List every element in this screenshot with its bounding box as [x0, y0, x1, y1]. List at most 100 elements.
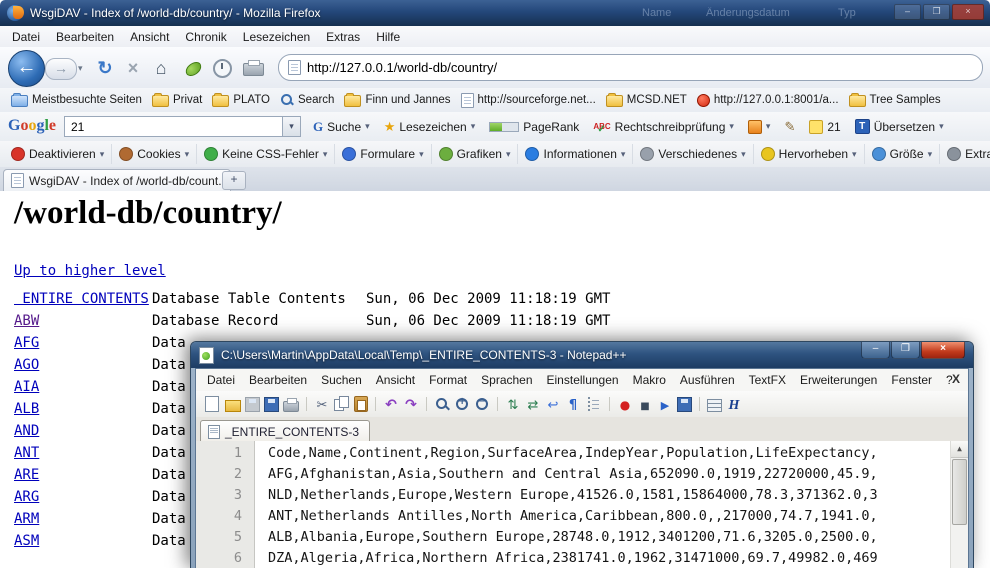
document-tab[interactable]: _ENTIRE_CONTENTS-3	[200, 420, 370, 442]
menu-item[interactable]: Bearbeiten	[242, 371, 314, 389]
google-sites-button[interactable]	[741, 120, 778, 134]
vertical-scrollbar[interactable]	[950, 441, 968, 568]
toolbar-separator[interactable]	[375, 397, 376, 411]
maximize-button[interactable]: ❐	[923, 4, 950, 20]
notepadpp-titlebar[interactable]: C:\Users\Martin\AppData\Local\Temp\_ENTI…	[191, 342, 973, 368]
back-button[interactable]	[8, 50, 45, 87]
print-icon[interactable]	[283, 401, 299, 412]
sync-vertical-scroll-icon[interactable]	[505, 396, 521, 412]
webdev-menu-button[interactable]: Informationen	[518, 144, 633, 164]
toolbar-separator[interactable]	[699, 397, 700, 411]
home-icon[interactable]	[150, 57, 172, 79]
indent-guide-icon[interactable]	[588, 397, 599, 411]
bookmark-item[interactable]: http://127.0.0.1:8001/a...	[692, 94, 844, 107]
stop-macro-icon[interactable]	[637, 396, 653, 412]
history-clock-icon[interactable]	[213, 59, 232, 78]
webdev-menu-button[interactable]: Hervorheben	[754, 144, 865, 164]
save-icon[interactable]	[245, 397, 260, 412]
reload-icon[interactable]	[94, 57, 116, 79]
function-list-icon[interactable]	[726, 396, 742, 412]
stop-icon[interactable]	[122, 57, 144, 79]
bookmark-item[interactable]: Search	[275, 93, 339, 107]
menu-item[interactable]: Ausführen	[673, 371, 742, 389]
close-button[interactable]: ×	[921, 342, 965, 359]
menu-item[interactable]: Bearbeiten	[48, 28, 122, 46]
spellcheck-button[interactable]: Rechtschreibprüfung	[586, 120, 741, 134]
listing-name-link[interactable]: ASM	[14, 533, 39, 549]
webdev-menu-button[interactable]: Größe	[865, 144, 941, 164]
webdev-menu-button[interactable]: Keine CSS-Fehler	[197, 144, 335, 164]
listing-name-link[interactable]: AGO	[14, 357, 39, 373]
webdev-menu-button[interactable]: Grafiken	[432, 144, 519, 164]
bookmark-item[interactable]: http://sourceforge.net...	[456, 93, 601, 108]
record-macro-icon[interactable]	[617, 396, 633, 412]
menu-item[interactable]: Suchen	[314, 371, 369, 389]
address-input[interactable]: http://127.0.0.1/world-db/country/	[307, 60, 497, 75]
listing-name-link[interactable]: ARG	[14, 489, 39, 505]
autofill-button[interactable]	[777, 119, 802, 135]
new-file-icon[interactable]	[205, 396, 219, 412]
menu-item[interactable]: Datei	[4, 28, 48, 46]
bookmark-item[interactable]: Finn und Jannes	[339, 93, 455, 107]
search-history-dropdown-icon[interactable]	[282, 117, 300, 136]
webdev-menu-button[interactable]: Extras	[940, 144, 990, 164]
listing-name-link[interactable]: ENTIRE CONTENTS	[14, 291, 149, 307]
address-bar[interactable]: http://127.0.0.1/world-db/country/	[278, 54, 983, 81]
listing-name-link[interactable]: ARM	[14, 511, 39, 527]
menu-item[interactable]: Einstellungen	[540, 371, 626, 389]
menu-item[interactable]: Ansicht	[369, 371, 422, 389]
webdev-menu-button[interactable]: Verschiedenes	[633, 144, 753, 164]
zoom-in-icon[interactable]	[454, 396, 470, 412]
menu-item[interactable]: Chronik	[177, 28, 234, 46]
history-dropdown-icon[interactable]	[78, 63, 83, 74]
pagerank-indicator[interactable]: PageRank	[482, 120, 586, 134]
up-to-higher-level-link[interactable]: Up to higher level	[14, 263, 166, 279]
redo-icon[interactable]	[403, 396, 419, 412]
forward-button[interactable]	[45, 58, 77, 80]
listing-name-link[interactable]: AFG	[14, 335, 39, 351]
find-icon[interactable]	[434, 396, 450, 412]
leaf-addon-icon[interactable]	[183, 60, 203, 78]
menu-item[interactable]: Fenster	[884, 371, 939, 389]
webdev-menu-button[interactable]: Deaktivieren	[4, 144, 112, 164]
show-all-characters-icon[interactable]	[565, 396, 581, 412]
text-editor[interactable]: 1Code,Name,Continent,Region,SurfaceArea,…	[196, 441, 968, 568]
menu-item[interactable]: Extras	[318, 28, 368, 46]
zoom-out-icon[interactable]	[474, 396, 490, 412]
doc-switcher-icon[interactable]	[707, 399, 722, 412]
google-bookmarks-button[interactable]: Lesezeichen	[377, 119, 483, 135]
paste-icon[interactable]	[354, 396, 368, 412]
listing-name-link[interactable]: AND	[14, 423, 39, 439]
menu-item[interactable]: Format	[422, 371, 474, 389]
google-search-button[interactable]: GSuche	[306, 119, 377, 135]
menu-item[interactable]: Erweiterungen	[793, 371, 884, 389]
copy-icon[interactable]	[334, 396, 350, 412]
new-tab-button[interactable]: +	[222, 171, 246, 190]
listing-name-link[interactable]: ARE	[14, 467, 39, 483]
menu-item[interactable]: Sprachen	[474, 371, 539, 389]
menu-item[interactable]: Hilfe	[368, 28, 408, 46]
save-all-icon[interactable]	[264, 397, 279, 412]
scroll-up-icon[interactable]	[951, 441, 968, 458]
google-search-value[interactable]: 21	[71, 120, 84, 134]
undo-icon[interactable]	[383, 396, 399, 412]
close-document-icon[interactable]: X	[952, 372, 960, 386]
cut-icon[interactable]	[314, 396, 330, 412]
menu-item[interactable]: TextFX	[742, 371, 793, 389]
webdev-menu-button[interactable]: Cookies	[112, 144, 197, 164]
maximize-button[interactable]: ❐	[891, 342, 920, 359]
listing-name-link[interactable]: AIA	[14, 379, 39, 395]
webdev-menu-button[interactable]: Formulare	[335, 144, 431, 164]
save-macro-icon[interactable]	[677, 397, 692, 412]
toolbar-separator[interactable]	[306, 397, 307, 411]
menu-item[interactable]: Lesezeichen	[235, 28, 318, 46]
bookmark-item[interactable]: Meistbesuchte Seiten	[6, 93, 147, 107]
minimize-button[interactable]: –	[861, 342, 890, 359]
bookmark-item[interactable]: MCSD.NET	[601, 93, 692, 107]
browser-tab[interactable]: WsgiDAV - Index of /world-db/count...	[3, 169, 231, 191]
menu-item[interactable]: Datei	[200, 371, 242, 389]
play-macro-icon[interactable]	[657, 396, 673, 412]
sync-horizontal-scroll-icon[interactable]	[525, 396, 541, 412]
menu-item[interactable]: Ansicht	[122, 28, 177, 46]
menu-item[interactable]: Makro	[626, 371, 673, 389]
